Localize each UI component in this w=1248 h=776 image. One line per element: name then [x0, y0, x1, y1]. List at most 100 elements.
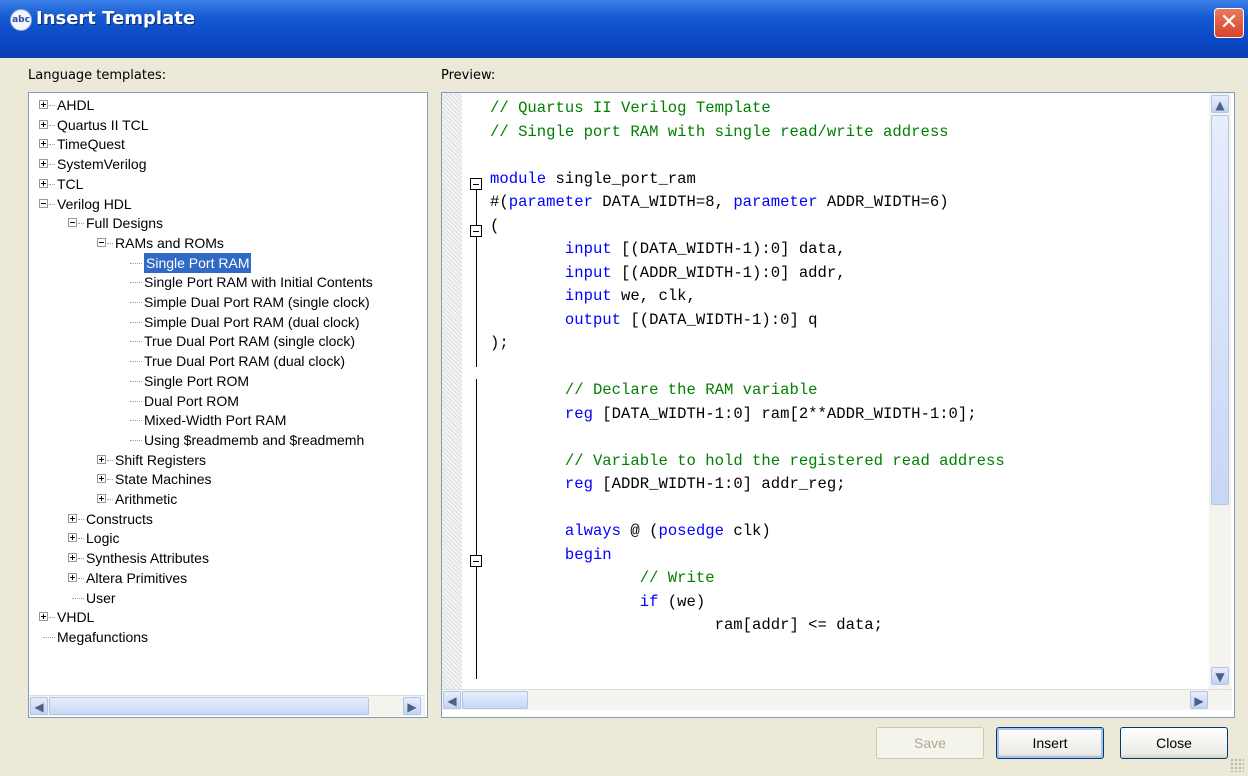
code-line: ( [490, 216, 500, 235]
tree-item-label: Altera Primitives [86, 569, 188, 586]
tree-item-label: True Dual Port RAM (single clock) [144, 333, 356, 350]
collapse-icon[interactable] [97, 237, 106, 247]
code-line: ram[addr] <= data; [490, 616, 884, 634]
tree-connector [130, 302, 142, 303]
template-tree[interactable]: AHDL Quartus II TCL TimeQuest SystemVerilog… [28, 92, 428, 718]
tree-connector [130, 321, 142, 323]
title-bar[interactable]: abc Insert Template ✕ [0, 0, 1248, 58]
code-line: reg [DATA_WIDTH-1:0] ram[2**ADDR_WIDTH-1… [564, 404, 977, 423]
expand-icon[interactable] [97, 494, 106, 503]
fold-collapse-icon[interactable] [470, 178, 482, 190]
scroll-right-icon[interactable]: ▶ [1190, 691, 1208, 709]
expand-icon[interactable] [39, 612, 48, 622]
tree-item-label: Quartus II TCL [57, 116, 149, 133]
expand-icon[interactable] [39, 159, 48, 169]
app-icon: abc [10, 9, 32, 31]
fold-collapse-icon[interactable] [470, 225, 482, 237]
tree-connector [107, 479, 113, 481]
tree-item-label: VHDL [57, 609, 95, 626]
insert-button[interactable]: Insert [996, 727, 1104, 759]
tree-item-label: Single Port RAM [144, 252, 252, 273]
tree-connector [72, 597, 84, 599]
tree-item-label: Mixed-Width Port RAM [144, 412, 287, 429]
scroll-left-icon[interactable]: ◀ [30, 697, 48, 715]
tree-connector [130, 400, 142, 402]
tree-connector [78, 538, 84, 540]
tree-item-label: Arithmetic [115, 491, 178, 507]
tree-connector [107, 499, 113, 500]
expand-icon[interactable] [68, 553, 77, 563]
resize-grip-icon[interactable] [1230, 758, 1244, 772]
tree-connector [49, 124, 55, 126]
tree-connector [107, 459, 113, 461]
tree-item-label: Simple Dual Port RAM (dual clock) [144, 313, 360, 330]
expand-icon[interactable] [68, 513, 77, 523]
tree-item-label: Shift Registers [115, 451, 207, 468]
expand-icon[interactable] [39, 100, 48, 109]
preview-horizontal-scrollbar[interactable]: ◀ ▶ [442, 689, 1232, 710]
fold-guide [476, 379, 477, 679]
tree-item-label: State Machines [115, 471, 212, 488]
expand-icon[interactable] [68, 572, 77, 582]
tree-item-label: True Dual Port RAM (dual clock) [144, 353, 345, 370]
expand-icon[interactable] [97, 454, 106, 464]
tree-horizontal-scrollbar[interactable]: ◀ ▶ [29, 695, 425, 716]
tree-item-label: Single Port RAM with Initial Contents [144, 274, 373, 291]
tree-item-label: Dual Port ROM [144, 392, 239, 409]
code-line: if (we) [639, 592, 706, 611]
code-line: // Quartus II Verilog Template [490, 99, 771, 117]
code-text[interactable]: // Quartus II Verilog Template // Single … [490, 97, 1005, 638]
tree-connector [49, 183, 55, 185]
tree-item-label: TCL [57, 175, 84, 192]
tree-connector [49, 144, 55, 146]
tree-item-label: Single Port ROM [144, 372, 250, 389]
tree-connector [130, 420, 142, 422]
expand-icon[interactable] [39, 119, 48, 129]
scrollbar-thumb[interactable] [49, 697, 369, 715]
expand-icon[interactable] [39, 178, 48, 188]
tree-connector [130, 439, 142, 441]
tree-item-label: TimeQuest [57, 136, 125, 153]
tree-item-label: SystemVerilog [57, 156, 147, 173]
expand-icon[interactable] [97, 474, 106, 484]
scrollbar-thumb[interactable] [462, 691, 528, 709]
tree-item-label: Megafunctions [57, 628, 149, 645]
tree-connector [130, 282, 142, 284]
code-line: // Write [639, 569, 715, 587]
tree-item-label: AHDL [57, 97, 95, 113]
code-line: input [(DATA_WIDTH-1):0] data, [564, 240, 846, 258]
tree-connector [49, 105, 55, 106]
preview-vertical-scrollbar[interactable]: ▲ ▼ [1209, 93, 1231, 689]
close-window-icon[interactable]: ✕ [1214, 8, 1244, 38]
scroll-up-icon[interactable]: ▲ [1211, 95, 1229, 113]
tree-connector [130, 380, 142, 382]
tree-connector [78, 558, 84, 560]
tree-connector [130, 262, 142, 264]
tree-item-label: User [86, 589, 116, 606]
scroll-right-icon[interactable]: ▶ [403, 697, 421, 715]
collapse-icon[interactable] [39, 198, 48, 208]
window-title: Insert Template [36, 8, 196, 29]
expand-icon[interactable] [68, 533, 77, 543]
code-line: #(parameter DATA_WIDTH=8, parameter ADDR… [490, 193, 949, 211]
expand-icon[interactable] [39, 139, 48, 149]
tree-connector [49, 164, 55, 166]
scroll-left-icon[interactable]: ◀ [443, 691, 461, 709]
templates-label: Language templates: [28, 68, 167, 83]
tree-item-label: Full Designs [86, 215, 164, 232]
fold-collapse-icon[interactable] [470, 555, 482, 567]
code-line: ); [490, 334, 509, 352]
tree-item-label: Verilog HDL [57, 195, 132, 212]
code-preview[interactable]: // Quartus II Verilog Template // Single … [441, 92, 1235, 718]
fold-guide [476, 190, 477, 226]
code-line: always @ (posedge clk) [564, 522, 771, 540]
collapse-icon[interactable] [68, 218, 77, 228]
save-button[interactable]: Save [876, 727, 984, 759]
scroll-down-icon[interactable]: ▼ [1211, 667, 1229, 685]
scrollbar-thumb[interactable] [1211, 115, 1229, 505]
close-button[interactable]: Close [1120, 727, 1228, 759]
tree-connector [78, 518, 84, 520]
tree-connector [130, 361, 142, 363]
tree-item-label: RAMs and ROMs [115, 234, 224, 251]
